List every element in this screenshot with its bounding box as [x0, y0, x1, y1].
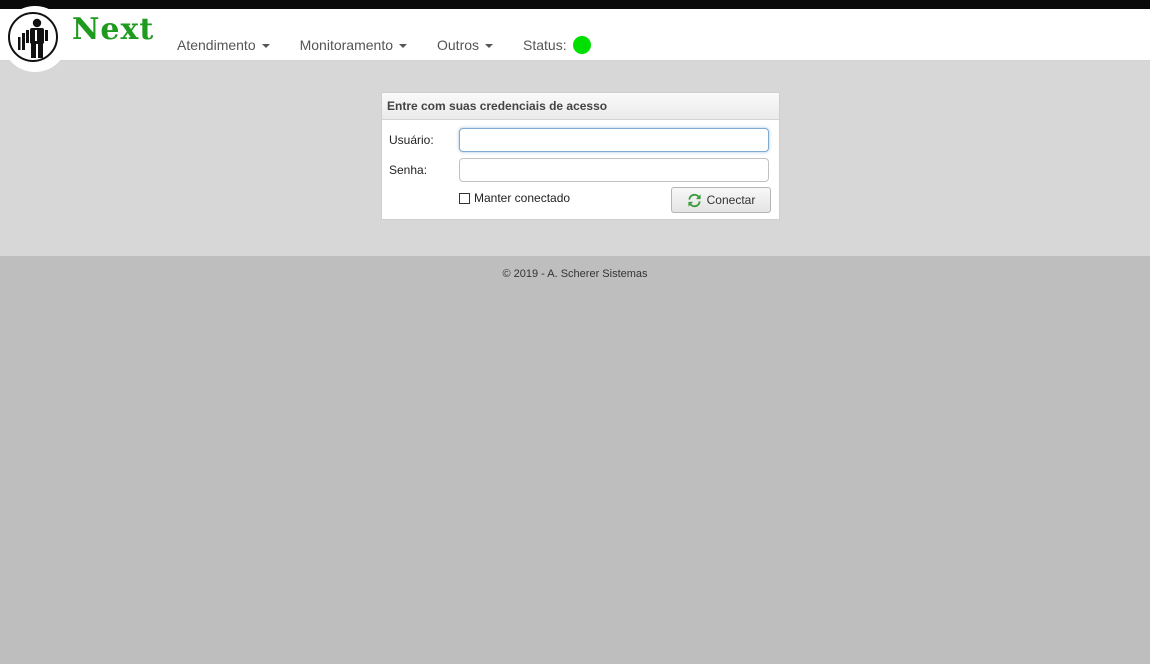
- nav-monitoramento-label: Monitoramento: [299, 37, 393, 53]
- password-label: Senha:: [389, 163, 428, 177]
- nav-atendimento-label: Atendimento: [177, 37, 256, 53]
- password-input[interactable]: [459, 158, 769, 182]
- login-panel-title: Entre com suas credenciais de acesso: [382, 93, 779, 120]
- nav-atendimento[interactable]: Atendimento: [177, 37, 270, 53]
- brand-name[interactable]: Next: [72, 15, 154, 45]
- refresh-icon: [688, 193, 701, 207]
- remember-me-toggle[interactable]: Manter conectado: [459, 191, 570, 205]
- login-panel: Entre com suas credenciais de acesso Usu…: [381, 92, 780, 220]
- status-indicator-icon: [572, 36, 591, 54]
- logo-emblem: [8, 12, 58, 62]
- logo[interactable]: [2, 6, 68, 72]
- nav-menu: Atendimento Monitoramento Outros Status:: [177, 36, 621, 54]
- connect-button[interactable]: Conectar: [671, 187, 771, 213]
- nav-monitoramento[interactable]: Monitoramento: [300, 37, 407, 53]
- nav-outros-label: Outros: [437, 37, 480, 53]
- nav-status: Status:: [523, 36, 591, 54]
- remember-me-label: Manter conectado: [474, 191, 571, 205]
- caret-down-icon: [399, 44, 407, 48]
- footer-copyright: © 2019 - A. Scherer Sistemas: [502, 268, 648, 280]
- remember-me-checkbox[interactable]: [459, 192, 470, 204]
- status-label: Status:: [523, 37, 567, 53]
- top-strip: [0, 0, 1150, 9]
- caret-down-icon: [261, 44, 270, 48]
- navbar: Atendimento Monitoramento Outros Status:: [0, 9, 1150, 61]
- username-label: Usuário:: [389, 133, 434, 147]
- nav-outros[interactable]: Outros: [437, 37, 494, 53]
- caret-down-icon: [485, 44, 494, 48]
- connect-button-label: Conectar: [706, 193, 756, 207]
- username-input[interactable]: [459, 128, 769, 152]
- people-icon: [18, 18, 48, 58]
